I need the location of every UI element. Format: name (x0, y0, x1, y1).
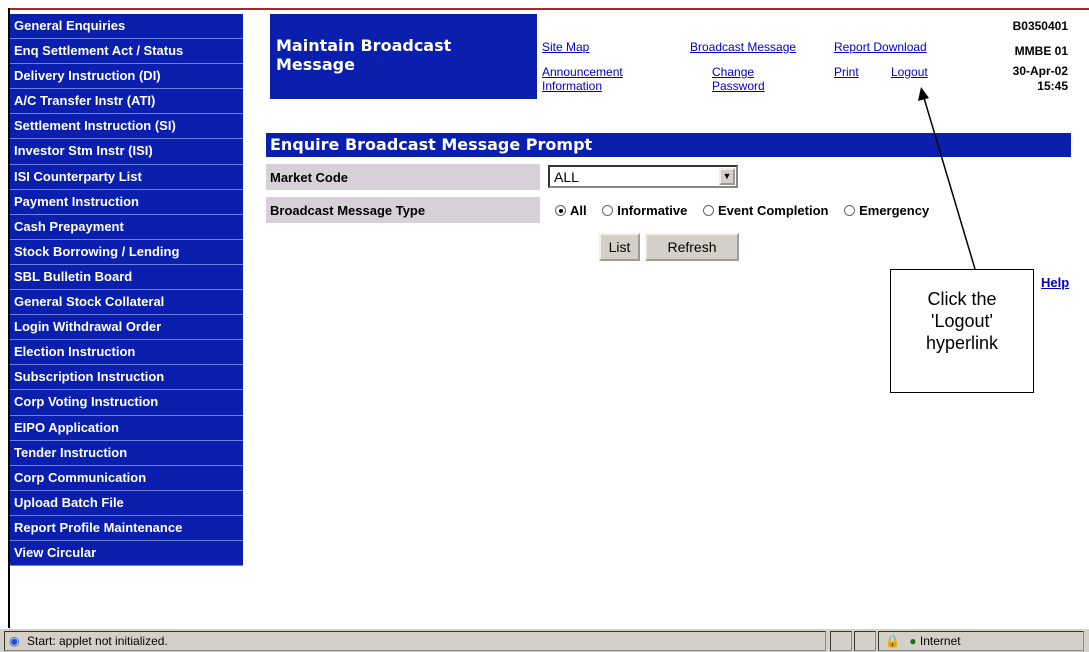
sidebar-item-cash-prepayment[interactable]: Cash Prepayment (10, 214, 243, 240)
user-id: MMBE 01 (1014, 44, 1068, 58)
announcement-information-link[interactable]: Announcement Information (542, 65, 623, 93)
sidebar-item-view-circular[interactable]: View Circular (10, 540, 243, 567)
sidebar-item-upload-batch[interactable]: Upload Batch File (10, 490, 243, 516)
radio-informative[interactable] (602, 205, 614, 216)
sidebar-item-enq-settlement[interactable]: Enq Settlement Act / Status (10, 39, 243, 65)
print-link[interactable]: Print (834, 65, 859, 79)
radio-all[interactable] (555, 205, 566, 216)
sidebar-item-tender-instruction[interactable]: Tender Instruction (10, 440, 243, 466)
report-download-link[interactable]: Report Download (834, 40, 927, 54)
radio-informative-label: Informative (617, 203, 688, 218)
sidebar-item-eipo-application[interactable]: EIPO Application (10, 415, 243, 441)
sidebar-item-election-instruction[interactable]: Election Instruction (10, 340, 243, 366)
sidebar-item-investor-stm-instr[interactable]: Investor Stm Instr (ISI) (10, 139, 243, 165)
form-title: Enquire Broadcast Message Prompt (266, 133, 1071, 157)
sidebar-item-general-enquiries[interactable]: General Enquiries (10, 14, 243, 40)
change-password-link[interactable]: Change Password (712, 65, 765, 93)
site-map-link[interactable]: Site Map (542, 40, 589, 54)
market-code-value: ALL (554, 169, 579, 185)
ie-page-icon: ◉ (9, 634, 20, 648)
lock-icon: 🔒 (885, 634, 900, 648)
sidebar-menu: General Enquiries Enq Settlement Act / S… (10, 14, 243, 567)
radio-emergency-label: Emergency (859, 203, 930, 218)
sidebar-item-isi-counterparty[interactable]: ISI Counterparty List (10, 164, 243, 190)
page-header: Maintain Broadcast Message (270, 14, 537, 99)
sidebar-item-sbl-bulletin[interactable]: SBL Bulletin Board (10, 264, 243, 291)
market-code-label: Market Code (266, 164, 540, 190)
sidebar-item-ac-transfer[interactable]: A/C Transfer Instr (ATI) (10, 89, 243, 115)
sidebar-item-stock-borrowing[interactable]: Stock Borrowing / Lending (10, 239, 243, 265)
callout-line1: Click the (927, 289, 997, 309)
status-cell-empty (830, 631, 852, 651)
message-type-radio-group: All Informative Event Completion Emergen… (555, 203, 941, 218)
zone-panel: 🔒 ● Internet (878, 631, 1084, 651)
sidebar-item-general-stock-collateral[interactable]: General Stock Collateral (10, 290, 243, 316)
callout-line2: 'Logout' (931, 311, 993, 331)
globe-icon: ● (909, 634, 917, 648)
status-cell-empty-2 (854, 631, 876, 651)
sidebar-item-payment-instruction[interactable]: Payment Instruction (10, 189, 243, 215)
chevron-down-icon[interactable]: ▼ (719, 168, 735, 185)
announcement-link-line2: Information (542, 79, 603, 93)
status-message-panel: ◉ Start: applet not initialized. (4, 631, 826, 651)
announcement-link-line1: Announcement (542, 65, 623, 79)
sidebar-item-login-withdrawal[interactable]: Login Withdrawal Order (10, 315, 243, 341)
system-id: B0350401 (1012, 19, 1068, 33)
callout-line3: hyperlink (925, 333, 999, 353)
broadcast-message-link[interactable]: Broadcast Message (690, 40, 796, 54)
market-code-select[interactable]: ALL ▼ (548, 165, 738, 188)
page-title: Maintain Broadcast Message (276, 36, 452, 74)
logout-link[interactable]: Logout (891, 65, 928, 79)
radio-all-label: All (570, 203, 587, 218)
annotation-callout: Click the 'Logout' hyperlink (890, 269, 1034, 393)
current-date: 30-Apr-02 (1012, 64, 1068, 78)
current-time: 15:45 (1037, 79, 1068, 93)
change-password-line1: Change (712, 65, 755, 79)
radio-event-completion[interactable] (702, 205, 714, 216)
change-password-line2: Password (712, 79, 765, 93)
refresh-button[interactable]: Refresh (645, 233, 739, 261)
zone-label: Internet (919, 634, 961, 648)
sidebar-item-subscription-instruction[interactable]: Subscription Instruction (10, 365, 243, 391)
help-link[interactable]: Help (1041, 275, 1069, 290)
sidebar-item-settlement-instruction[interactable]: Settlement Instruction (SI) (10, 114, 243, 140)
sidebar-item-corp-communication[interactable]: Corp Communication (10, 465, 243, 491)
list-button[interactable]: List (599, 233, 640, 261)
status-bar: ◉ Start: applet not initialized. 🔒 ● Int… (0, 628, 1089, 652)
status-message: Start: applet not initialized. (27, 634, 168, 648)
message-type-label: Broadcast Message Type (266, 197, 540, 223)
window-top-border (8, 8, 1089, 10)
sidebar-item-delivery-instruction[interactable]: Delivery Instruction (DI) (10, 64, 243, 90)
radio-emergency[interactable] (844, 205, 856, 216)
sidebar-item-report-profile[interactable]: Report Profile Maintenance (10, 515, 243, 541)
sidebar-item-corp-voting[interactable]: Corp Voting Instruction (10, 390, 243, 416)
radio-event-completion-label: Event Completion (717, 203, 829, 218)
